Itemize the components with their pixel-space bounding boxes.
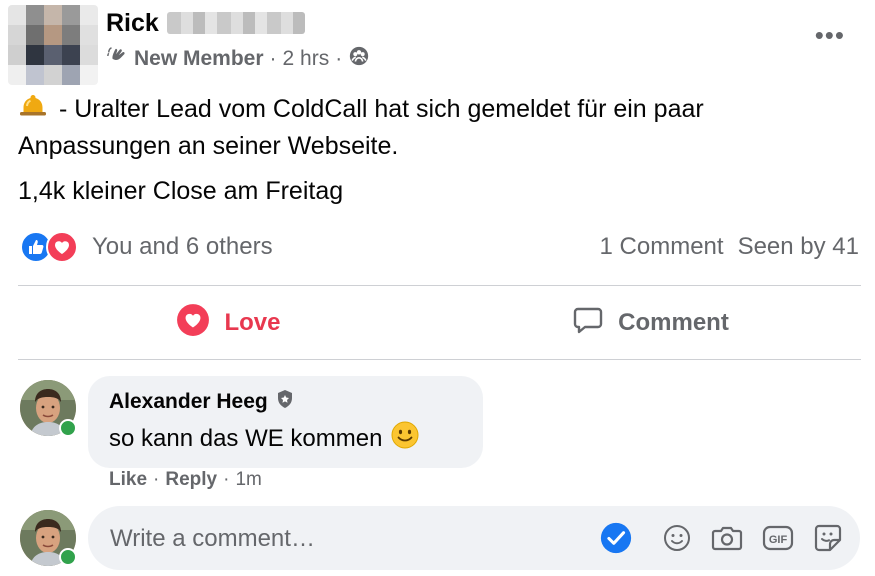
love-reaction-icon <box>46 231 78 263</box>
more-options-button[interactable]: ••• <box>815 22 845 48</box>
comment-time[interactable]: 1m <box>235 469 261 491</box>
comment-actions: Like · Reply · 1m <box>109 469 262 491</box>
online-status-dot <box>59 419 77 437</box>
bell-icon <box>18 92 52 129</box>
comment-button[interactable]: Comment <box>440 292 861 354</box>
comment-actions-separator: · <box>223 469 230 490</box>
group-icon[interactable] <box>348 45 370 73</box>
author-name[interactable]: Rick <box>106 9 159 38</box>
love-button[interactable]: Love <box>18 292 439 354</box>
shield-badge-icon[interactable] <box>276 389 294 415</box>
gif-icon[interactable]: GIF <box>762 522 794 554</box>
comment-author[interactable]: Alexander Heeg <box>109 390 268 414</box>
comment-body: so kann das WE kommen <box>109 420 420 457</box>
svg-text:GIF: GIF <box>769 534 788 546</box>
post-meta: New Member · 2 hrs · <box>106 44 370 74</box>
post-time[interactable]: 2 hrs <box>283 47 330 71</box>
emoji-icon[interactable] <box>661 522 693 554</box>
online-status-dot <box>59 548 77 566</box>
comment-header: Alexander Heeg <box>109 389 294 415</box>
wave-icon <box>106 45 128 73</box>
author-name-row: Rick <box>106 6 305 40</box>
reactions-text[interactable]: You and 6 others <box>92 233 273 261</box>
reactions-summary[interactable]: You and 6 others <box>20 229 273 265</box>
post-text-line2: 1,4k kleiner Close am Freitag <box>18 177 344 205</box>
speech-bubble-icon <box>572 304 604 343</box>
meta-separator: · <box>335 47 343 70</box>
sticker-icon[interactable] <box>812 522 844 554</box>
comment-reply-link[interactable]: Reply <box>165 469 217 491</box>
post-text-line1: - Uralter Lead vom ColdCall hat sich gem… <box>18 95 704 160</box>
comment-composer: GIF <box>88 506 860 570</box>
member-badge[interactable]: New Member <box>134 47 264 71</box>
comment-button-label: Comment <box>618 309 729 336</box>
divider <box>18 285 861 286</box>
comment-like-link[interactable]: Like <box>109 469 147 491</box>
seen-by-count[interactable]: Seen by 41 <box>738 233 859 261</box>
camera-icon[interactable] <box>711 522 743 554</box>
comment-text: so kann das WE kommen <box>109 424 383 452</box>
divider <box>18 359 861 360</box>
author-avatar-blurred[interactable] <box>8 5 98 85</box>
comment-input[interactable] <box>108 516 592 562</box>
meta-separator: · <box>269 47 277 70</box>
post-text: - Uralter Lead vom ColdCall hat sich gem… <box>18 92 838 163</box>
smiley-emoji-icon <box>390 420 420 457</box>
comments-count[interactable]: 1 Comment <box>600 233 724 261</box>
author-surname-blurred <box>166 12 305 34</box>
check-icon[interactable] <box>600 522 632 554</box>
post-stats: 1 Comment Seen by 41 <box>600 229 859 265</box>
comment-actions-separator: · <box>153 469 160 490</box>
love-button-label: Love <box>224 309 281 336</box>
heart-icon <box>176 303 210 344</box>
